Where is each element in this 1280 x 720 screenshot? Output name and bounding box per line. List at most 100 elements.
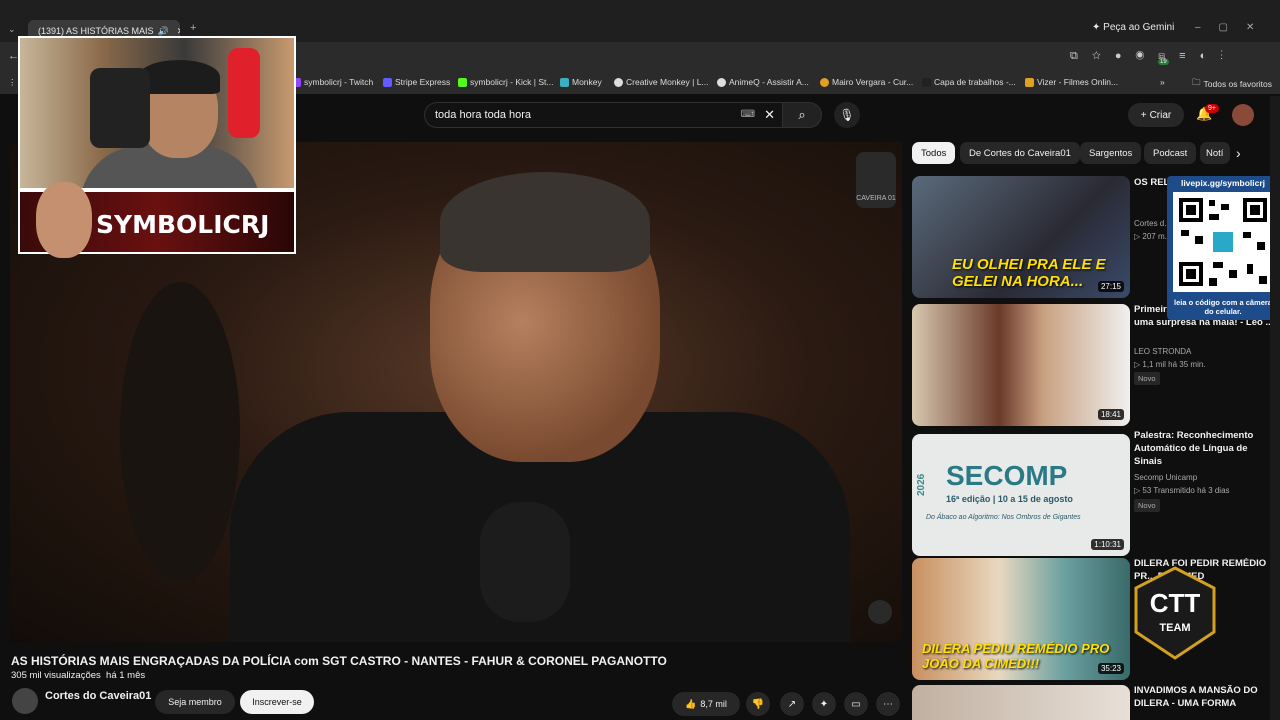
- rec-stats-text: 53 Transmitido há 3 dias: [1142, 486, 1230, 495]
- tab-close-icon[interactable]: ✕: [173, 26, 180, 37]
- like-button[interactable]: 👍 8,7 mil: [672, 692, 740, 716]
- account-avatar[interactable]: [1232, 104, 1254, 126]
- rec-thumbnail[interactable]: 2026 SECOMP 16ª edição | 10 a 15 de agos…: [912, 434, 1130, 556]
- rec-channel[interactable]: LEO STRONDA: [1134, 347, 1191, 356]
- thumb-tagline: Do Ábaco ao Algoritmo: Nos Ombros de Gig…: [926, 514, 1081, 521]
- folder-icon: 🗀: [1192, 77, 1201, 87]
- gemini-button[interactable]: ✦ Peça ao Gemini: [1092, 22, 1174, 33]
- bookmark-item[interactable]: Capa de trabalhos -...: [922, 77, 1016, 87]
- streamer-mic: [228, 48, 260, 138]
- chip-all[interactable]: Todos: [912, 142, 956, 164]
- voice-search-button[interactable]: 🎙: [834, 102, 860, 128]
- channel-watermark: CAVEIRA 01: [856, 152, 896, 208]
- share-icon: ↗: [787, 698, 797, 710]
- bookmark-item[interactable]: Monkey: [560, 77, 602, 87]
- bookmark-label: symbolicrj - Kick | St...: [470, 77, 554, 87]
- keyboard-icon[interactable]: ⌨: [741, 109, 755, 120]
- rec-thumbnail[interactable]: EU OLHEI PRA ELE E GELEI NA HORA... 27:1…: [912, 176, 1130, 298]
- thumb-brand: SECOMP: [946, 460, 1068, 491]
- ask-button[interactable]: ✦: [812, 692, 836, 716]
- rec-title[interactable]: Palestra: Reconhecimento Automático de L…: [1134, 430, 1274, 468]
- rec-thumbnail[interactable]: [912, 685, 1130, 720]
- scrollbar[interactable]: [1270, 96, 1280, 720]
- bookmark-item[interactable]: AnimeQ - Assistir A...: [717, 77, 809, 87]
- share-button[interactable]: ↗: [780, 692, 804, 716]
- view-count: 305 mil visualizações: [11, 670, 101, 681]
- background-helmet: [120, 282, 240, 582]
- all-favorites[interactable]: 🗀 Todos os favoritos: [1192, 77, 1272, 91]
- dislike-button[interactable]: 👎: [746, 692, 770, 716]
- rec-thumbnail[interactable]: 18:41: [912, 304, 1130, 426]
- streamer-webcam: [18, 36, 296, 190]
- notification-badge: 9+: [1205, 104, 1219, 113]
- bookmarks-overflow-icon[interactable]: »: [1160, 77, 1165, 87]
- search-input[interactable]: toda hora toda hora ⌨ ✕: [424, 102, 784, 128]
- rec-stats-text: 1,1 mil há 35 min.: [1142, 360, 1206, 369]
- chip-news[interactable]: Notí: [1200, 142, 1230, 164]
- clear-search-icon[interactable]: ✕: [764, 107, 775, 123]
- new-badge: Novo: [1134, 499, 1160, 512]
- streamer-name: SYMBOLICRJ: [96, 210, 270, 239]
- rec-title[interactable]: INVADIMOS A MANSÃO DO DILERA - UMA FORMA: [1134, 685, 1274, 720]
- search-button[interactable]: ⌕: [782, 102, 822, 128]
- new-badge: Novo: [1134, 372, 1160, 385]
- bookmark-label: Stripe Express: [395, 77, 451, 87]
- qr-code-icon: [1173, 192, 1273, 292]
- plus-icon: +: [1140, 109, 1147, 121]
- chip-podcast[interactable]: Podcast: [1144, 142, 1197, 164]
- create-button[interactable]: + Criar: [1128, 103, 1184, 127]
- rec-stats: ▷ 53 Transmitido há 3 dias: [1134, 486, 1230, 495]
- sparkle-icon: ✦: [819, 698, 829, 710]
- qr-caption: leia o código com a câmera do celular.: [1174, 298, 1272, 316]
- thumbs-down-icon: 👎: [751, 698, 765, 710]
- bookmark-item[interactable]: Stripe Express: [383, 77, 450, 87]
- more-actions-button[interactable]: ⋯: [876, 692, 900, 716]
- rec-stats: ▷ 207 m...: [1134, 232, 1172, 241]
- chevron-right-icon[interactable]: ›: [1236, 145, 1241, 161]
- upload-age: há 1 mês: [106, 670, 146, 681]
- rec-thumbnail[interactable]: DILERA PEDIU REMÉDIO PRO JOÃO DA CIMED!!…: [912, 558, 1130, 680]
- chip-sargentos[interactable]: Sargentos: [1080, 142, 1142, 164]
- tab-audio-icon[interactable]: 🔊: [158, 26, 169, 37]
- video-title: AS HISTÓRIAS MAIS ENGRAÇADAS DA POLÍCIA …: [11, 654, 667, 668]
- bookmark-label: symbolicrj - Twitch: [304, 77, 374, 87]
- channel-avatar[interactable]: [12, 688, 38, 714]
- join-button[interactable]: Seja membro: [155, 690, 235, 714]
- tab-list-icon[interactable]: ⌄: [8, 24, 16, 35]
- new-tab-icon[interactable]: +: [190, 22, 196, 34]
- bookmark-item[interactable]: Vizer - Filmes Onlin...: [1025, 77, 1118, 87]
- bookmark-item[interactable]: symbolicrj - Kick | St...: [458, 77, 553, 87]
- ctt-team-logo: CTT TEAM: [1132, 566, 1218, 660]
- browser-tab-title: (1391) AS HISTÓRIAS MAIS: [38, 26, 154, 36]
- bookmark-item[interactable]: Mairo Vergara - Cur...: [820, 77, 913, 87]
- bookmark-label: Monkey: [572, 77, 602, 87]
- headphones: [90, 68, 150, 148]
- duration-badge: 1:10:31: [1091, 539, 1124, 550]
- bookmark-item[interactable]: symbolicrj - Twitch: [292, 77, 373, 87]
- streamer-banner: SYMBOLICRJ: [18, 182, 296, 258]
- ctt-logo-text: CTT: [1149, 588, 1201, 618]
- rec-channel[interactable]: Secomp Unicamp: [1134, 473, 1197, 482]
- thumb-edition: 16ª edição | 10 a 15 de agosto: [946, 494, 1073, 504]
- save-button[interactable]: ▭: [844, 692, 868, 716]
- search-value: toda hora toda hora: [435, 109, 532, 121]
- browser-toolbar-icons[interactable]: ⧉☆●◉⧈≡◐⋮: [1070, 50, 1237, 63]
- bookmark-item[interactable]: Creative Monkey | L...: [614, 77, 709, 87]
- gemini-label: Peça ao Gemini: [1103, 22, 1175, 33]
- podcast-microphone: [480, 502, 570, 622]
- guest-hair: [440, 172, 650, 272]
- window-controls[interactable]: –▢✕: [1195, 22, 1272, 33]
- channel-name[interactable]: Cortes do Caveira01: [45, 690, 151, 702]
- branding-icon[interactable]: [868, 600, 892, 624]
- save-icon: ▭: [851, 698, 861, 710]
- extension-badge: 19: [1158, 59, 1169, 65]
- streamer-avatar: [36, 182, 92, 258]
- rec-channel[interactable]: Cortes d...: [1134, 219, 1171, 228]
- video-meta: 305 mil visualizações há 1 mês: [11, 670, 145, 681]
- bookmark-label: AnimeQ - Assistir A...: [729, 77, 809, 87]
- all-favorites-label: Todos os favoritos: [1203, 79, 1273, 89]
- duration-badge: 35:23: [1097, 663, 1124, 674]
- chip-from-channel[interactable]: De Cortes do Caveira01: [960, 142, 1080, 164]
- subscribe-button[interactable]: Inscrever-se: [240, 690, 314, 714]
- bookmark-label: Capa de trabalhos -...: [934, 77, 1016, 87]
